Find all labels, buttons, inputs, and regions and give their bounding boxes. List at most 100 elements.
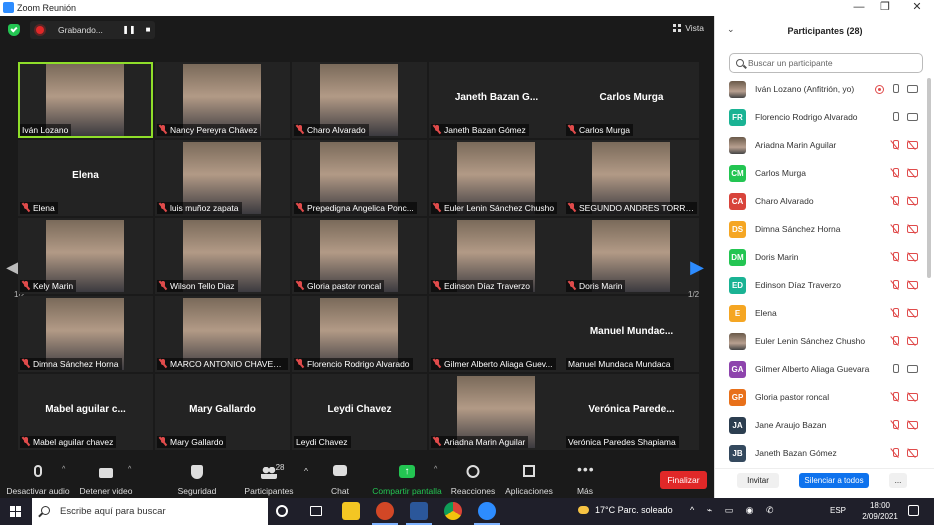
video-tile[interactable]: Florencio Rodrigo Alvarado <box>292 296 427 372</box>
muted-mic-icon[interactable] <box>891 196 899 207</box>
video-tile[interactable]: Wilson Tello Diaz <box>155 218 290 294</box>
video-options-caret-icon[interactable]: ^ <box>128 466 131 473</box>
task-view-icon[interactable] <box>310 506 322 516</box>
invite-button[interactable]: Invitar <box>737 473 779 488</box>
video-icon[interactable] <box>907 85 918 93</box>
taskbar-search[interactable] <box>32 498 268 525</box>
video-tile[interactable]: Charo Alvarado <box>292 62 427 138</box>
muted-mic-icon[interactable] <box>891 308 899 319</box>
video-tile[interactable]: Nancy Pereyra Chávez <box>155 62 290 138</box>
video-off-icon[interactable] <box>907 141 918 149</box>
video-tile[interactable]: Prepedigna Angelica Ponc... <box>292 140 427 216</box>
video-tile[interactable]: Mary Gallardo Mary Gallardo <box>155 374 290 450</box>
video-off-icon[interactable] <box>907 421 918 429</box>
video-off-icon[interactable] <box>907 337 918 345</box>
word-icon[interactable] <box>410 502 428 520</box>
video-tile[interactable]: Gilmer Alberto Aliaga Guev... <box>429 296 564 372</box>
video-tile[interactable]: SEGUNDO ANDRES TORRE... <box>564 140 699 216</box>
participant-search[interactable] <box>729 53 923 73</box>
restore-button[interactable]: ❐ <box>872 1 898 15</box>
video-tile[interactable]: Dimna Sánchez Horna <box>18 296 153 372</box>
minimize-button[interactable]: — <box>846 1 872 15</box>
muted-mic-icon[interactable] <box>891 336 899 347</box>
muted-mic-icon[interactable] <box>891 252 899 263</box>
video-off-icon[interactable] <box>907 449 918 457</box>
video-tile[interactable]: Mabel aguilar c... Mabel aguilar chavez <box>18 374 153 450</box>
participant-row[interactable]: E Elena <box>715 300 925 328</box>
video-off-icon[interactable] <box>907 197 918 205</box>
panel-more-button[interactable]: ... <box>889 473 907 488</box>
video-tile[interactable]: Janeth Bazan G... Janeth Bazan Gómez <box>429 62 564 138</box>
close-button[interactable]: ✕ <box>904 1 930 15</box>
muted-mic-icon[interactable] <box>891 280 899 291</box>
video-tile[interactable]: Kely Marin <box>18 218 153 294</box>
video-off-icon[interactable] <box>907 309 918 317</box>
mute-audio-button[interactable]: ^ Desactivar audio <box>2 460 74 498</box>
audio-options-caret-icon[interactable]: ^ <box>62 466 65 473</box>
share-options-caret-icon[interactable]: ^ <box>434 466 437 473</box>
video-off-icon[interactable] <box>907 169 918 177</box>
participant-row[interactable]: Iván Lozano (Anfitrión, yo) <box>715 76 925 104</box>
chrome-icon[interactable] <box>444 502 462 520</box>
video-tile[interactable]: Leydi Chavez Leydi Chavez <box>292 374 427 450</box>
input-language[interactable]: ESP <box>830 506 846 515</box>
weather-widget[interactable]: 17°C Parc. soleado <box>578 505 673 515</box>
participant-search-input[interactable] <box>748 56 918 70</box>
video-off-icon[interactable] <box>907 393 918 401</box>
video-tile[interactable]: luis muñoz zapata <box>155 140 290 216</box>
stop-video-button[interactable]: ^ Detener video <box>74 460 138 498</box>
muted-mic-icon[interactable] <box>891 168 899 179</box>
video-tile[interactable]: Ariadna Marin Aguilar <box>429 374 564 450</box>
video-tile[interactable]: Verónica Parede... Verónica Paredes Shapi… <box>564 374 699 450</box>
video-tile[interactable]: MARCO ANTONIO CHAVEZ... <box>155 296 290 372</box>
video-icon[interactable] <box>907 113 918 121</box>
video-tile[interactable]: Gloria pastor roncal <box>292 218 427 294</box>
participant-row[interactable]: Ariadna Marin Aguilar <box>715 132 925 160</box>
taskbar-clock[interactable]: 18:00 2/09/2021 <box>860 500 900 522</box>
video-tile[interactable]: Euler Lenin Sánchez Chusho <box>429 140 564 216</box>
mic-icon[interactable] <box>891 112 899 123</box>
mic-icon[interactable] <box>891 84 899 95</box>
system-tray-icons[interactable]: ^ ⌁ ▭ ◉ ✆ <box>690 505 779 516</box>
participant-row[interactable]: JA Jane Araujo Bazan <box>715 412 925 440</box>
participant-row[interactable]: FR Florencio Rodrigo Alvarado <box>715 104 925 132</box>
chat-button[interactable]: Chat <box>322 460 358 498</box>
participant-row[interactable]: CA Charo Alvarado <box>715 188 925 216</box>
video-off-icon[interactable] <box>907 225 918 233</box>
more-button[interactable]: ••• Más <box>568 460 602 498</box>
video-tile[interactable]: Carlos Murga Carlos Murga <box>564 62 699 138</box>
participant-row[interactable]: GA Gilmer Alberto Aliaga Guevara <box>715 356 925 384</box>
video-tile[interactable]: Doris Marin <box>564 218 699 294</box>
file-explorer-icon[interactable] <box>342 502 360 520</box>
powerpoint-icon[interactable] <box>376 502 394 520</box>
mic-icon[interactable] <box>891 364 899 375</box>
participants-button[interactable]: 28 Participantes <box>236 460 302 498</box>
mute-all-button[interactable]: Silenciar a todos <box>799 473 869 488</box>
cortana-icon[interactable] <box>276 505 288 517</box>
apps-button[interactable]: Aplicaciones <box>503 460 555 498</box>
video-off-icon[interactable] <box>907 253 918 261</box>
video-tile[interactable]: Edinson Díaz Traverzo <box>429 218 564 294</box>
muted-mic-icon[interactable] <box>891 392 899 403</box>
notifications-icon[interactable] <box>908 505 919 516</box>
windows-start-icon[interactable] <box>10 506 21 517</box>
zoom-app-icon[interactable] <box>478 502 496 520</box>
video-icon[interactable] <box>907 365 918 373</box>
video-tile[interactable]: Iván Lozano <box>18 62 153 138</box>
encryption-shield-icon[interactable] <box>8 24 20 36</box>
participant-row[interactable]: JB Janeth Bazan Gómez <box>715 440 925 464</box>
muted-mic-icon[interactable] <box>891 448 899 459</box>
end-meeting-button[interactable]: Finalizar <box>660 471 707 489</box>
stop-recording-icon[interactable]: ■ <box>141 25 155 35</box>
participant-row[interactable]: CM Carlos Murga <box>715 160 925 188</box>
participant-row[interactable]: ED Edinson Díaz Traverzo <box>715 272 925 300</box>
participant-row[interactable]: GP Gloria pastor roncal <box>715 384 925 412</box>
muted-mic-icon[interactable] <box>891 420 899 431</box>
video-tile[interactable]: Manuel Mundac... Manuel Mundaca Mundaca <box>564 296 699 372</box>
video-off-icon[interactable] <box>907 281 918 289</box>
next-page-arrow-icon[interactable]: ▶ <box>688 247 706 287</box>
security-button[interactable]: Seguridad <box>172 460 222 498</box>
pause-recording-icon[interactable]: ❚❚ <box>122 25 136 35</box>
muted-mic-icon[interactable] <box>891 224 899 235</box>
video-tile[interactable]: Elena Elena <box>18 140 153 216</box>
